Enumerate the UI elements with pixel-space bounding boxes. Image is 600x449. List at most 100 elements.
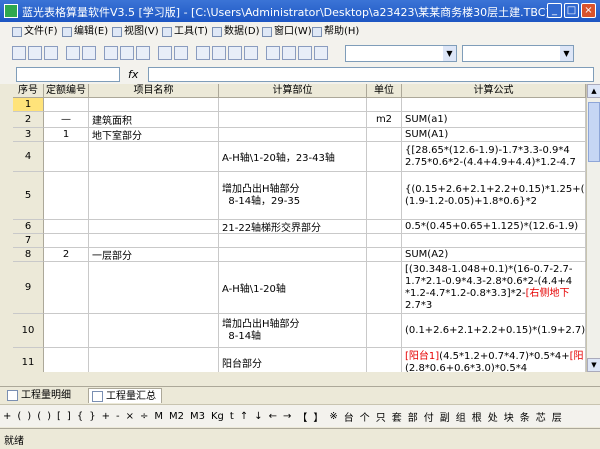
formula-cell[interactable]: [(30.348-1.048+0.1)*(16-0.7-2.7- 1.7*2.1-… bbox=[402, 262, 586, 314]
scroll-thumb[interactable] bbox=[588, 102, 600, 162]
table-row[interactable]: 3 1 地下室部分 SUM(A1) bbox=[13, 128, 586, 142]
symbol-button[interactable]: t bbox=[227, 411, 237, 422]
formula-cell[interactable]: {(0.15+2.6+2.1+2.2+0.15)*1.25+(2 (1.9-1.2… bbox=[402, 172, 586, 220]
table-row[interactable]: 10 增加凸出H轴部分 8-14轴 (0.1+2.6+2.1+2.2+0.15)*(… bbox=[13, 314, 586, 348]
symbol-button[interactable]: 【 bbox=[294, 409, 310, 424]
formula-cell[interactable] bbox=[402, 98, 586, 112]
formula-input[interactable] bbox=[148, 67, 594, 82]
symbol-button[interactable]: ← bbox=[266, 411, 280, 422]
symbol-button[interactable]: ↑ bbox=[237, 411, 251, 422]
brush-icon[interactable] bbox=[266, 46, 280, 60]
symbol-button[interactable]: 】 bbox=[310, 409, 326, 424]
symbol-button[interactable]: ) bbox=[24, 411, 34, 422]
calc-part-cell[interactable]: 阳台部分 bbox=[219, 348, 367, 372]
table-row[interactable]: 4 A-H轴\1-20轴，23-43轴 {[28.65*(12.6-1.9)-1.7… bbox=[13, 142, 586, 172]
menu-tools[interactable]: 工具(T) bbox=[162, 22, 208, 42]
item-name-cell[interactable] bbox=[89, 220, 219, 234]
item-name-cell[interactable] bbox=[89, 172, 219, 220]
table-row[interactable]: 11 阳台部分 [阳台1](4.5*1.2+0.7*4.7)*0.5*4+[阳 (2.… bbox=[13, 348, 586, 372]
symbol-button[interactable]: 付 bbox=[421, 409, 437, 424]
split-icon[interactable] bbox=[228, 46, 242, 60]
table-row[interactable]: 5 增加凸出H轴部分 8-14轴，29-35 {(0.15+2.6+2.1+2.2+… bbox=[13, 172, 586, 220]
quota-code-cell[interactable] bbox=[44, 98, 89, 112]
calc-part-cell[interactable] bbox=[219, 128, 367, 142]
help-icon[interactable] bbox=[314, 46, 328, 60]
formula-cell[interactable]: SUM(a1) bbox=[402, 112, 586, 128]
unit-cell[interactable] bbox=[367, 142, 402, 172]
print-icon[interactable] bbox=[66, 46, 80, 60]
symbol-button[interactable]: } bbox=[86, 411, 98, 422]
unit-cell[interactable] bbox=[367, 128, 402, 142]
unit-cell[interactable] bbox=[367, 220, 402, 234]
unit-cell[interactable]: m2 bbox=[367, 112, 402, 128]
paste-icon[interactable] bbox=[136, 46, 150, 60]
menu-help[interactable]: 帮助(H) bbox=[312, 22, 359, 42]
calc-part-cell[interactable]: 21-22轴梯形交界部分 bbox=[219, 220, 367, 234]
undo-icon[interactable] bbox=[158, 46, 172, 60]
minimize-button[interactable]: _ bbox=[547, 3, 562, 18]
symbol-button[interactable]: 台 bbox=[341, 409, 357, 424]
symbol-button[interactable]: { bbox=[74, 411, 86, 422]
formula-cell[interactable]: SUM(A1) bbox=[402, 128, 586, 142]
unit-cell[interactable] bbox=[367, 98, 402, 112]
copy-icon[interactable] bbox=[120, 46, 134, 60]
calc-part-cell[interactable]: A-H轴\1-20轴，23-43轴 bbox=[219, 142, 367, 172]
redo-icon[interactable] bbox=[174, 46, 188, 60]
sum-icon[interactable] bbox=[282, 46, 296, 60]
open-folder-icon[interactable] bbox=[28, 46, 42, 60]
symbol-button[interactable]: Kg bbox=[208, 411, 227, 422]
quota-code-cell[interactable] bbox=[44, 262, 89, 314]
calc-part-cell[interactable] bbox=[219, 98, 367, 112]
calc-part-cell[interactable] bbox=[219, 112, 367, 128]
symbol-button[interactable]: ※ bbox=[326, 411, 340, 422]
calculator-icon[interactable] bbox=[298, 46, 312, 60]
col-header-unit[interactable]: 单位 bbox=[367, 84, 402, 98]
item-name-cell[interactable]: 地下室部分 bbox=[89, 128, 219, 142]
symbol-button[interactable]: 块 bbox=[501, 409, 517, 424]
item-name-cell[interactable]: 一层部分 bbox=[89, 248, 219, 262]
unit-cell[interactable] bbox=[367, 248, 402, 262]
menu-file[interactable]: 文件(F) bbox=[12, 22, 58, 42]
calculation-grid[interactable]: 序号 定额编号 项目名称 计算部位 单位 计算公式 1 2— 建筑面积 m2 SUM(a… bbox=[13, 84, 586, 372]
unit-cell[interactable] bbox=[367, 348, 402, 372]
symbol-button[interactable]: 条 bbox=[517, 409, 533, 424]
symbol-button[interactable]: 组 bbox=[453, 409, 469, 424]
col-header-name[interactable]: 项目名称 bbox=[89, 84, 219, 98]
symbol-button[interactable]: M3 bbox=[187, 411, 208, 422]
quota-code-cell[interactable] bbox=[44, 234, 89, 248]
insert-row-icon[interactable] bbox=[196, 46, 210, 60]
quota-code-cell[interactable] bbox=[44, 142, 89, 172]
symbol-button[interactable]: M2 bbox=[166, 411, 187, 422]
symbol-button[interactable]: × bbox=[123, 411, 137, 422]
unit-cell[interactable] bbox=[367, 314, 402, 348]
toolbar-combo-1[interactable]: ▼ bbox=[345, 45, 457, 62]
col-header-no[interactable]: 序号 bbox=[13, 84, 44, 98]
symbol-button[interactable]: [ bbox=[54, 411, 64, 422]
col-header-formula[interactable]: 计算公式 bbox=[402, 84, 586, 98]
close-button[interactable]: × bbox=[581, 3, 596, 18]
symbol-button[interactable]: 套 bbox=[389, 409, 405, 424]
symbol-button[interactable]: 只 bbox=[373, 409, 389, 424]
symbol-button[interactable]: 芯 bbox=[533, 409, 549, 424]
quota-code-cell[interactable] bbox=[44, 220, 89, 234]
symbol-button[interactable]: 副 bbox=[437, 409, 453, 424]
scroll-down-icon[interactable]: ▼ bbox=[587, 358, 600, 372]
tab-quantity-summary[interactable]: 工程量汇总 bbox=[88, 388, 162, 403]
menu-data[interactable]: 数据(D) bbox=[212, 22, 260, 42]
quota-code-cell[interactable]: — bbox=[44, 112, 89, 128]
scroll-up-icon[interactable]: ▲ bbox=[587, 84, 600, 98]
item-name-cell[interactable] bbox=[89, 142, 219, 172]
symbol-button[interactable]: - bbox=[113, 411, 123, 422]
table-row[interactable]: 7 bbox=[13, 234, 586, 248]
symbol-button[interactable]: ] bbox=[64, 411, 74, 422]
symbol-button[interactable]: + bbox=[0, 411, 14, 422]
quota-code-cell[interactable]: 1 bbox=[44, 128, 89, 142]
item-name-cell[interactable] bbox=[89, 314, 219, 348]
menu-window[interactable]: 窗口(W) bbox=[262, 22, 312, 42]
cut-icon[interactable] bbox=[104, 46, 118, 60]
col-header-part[interactable]: 计算部位 bbox=[219, 84, 367, 98]
maximize-button[interactable]: □ bbox=[564, 3, 579, 18]
symbol-button[interactable]: ÷ bbox=[137, 411, 151, 422]
item-name-cell[interactable] bbox=[89, 348, 219, 372]
symbol-button[interactable]: ) bbox=[44, 411, 54, 422]
